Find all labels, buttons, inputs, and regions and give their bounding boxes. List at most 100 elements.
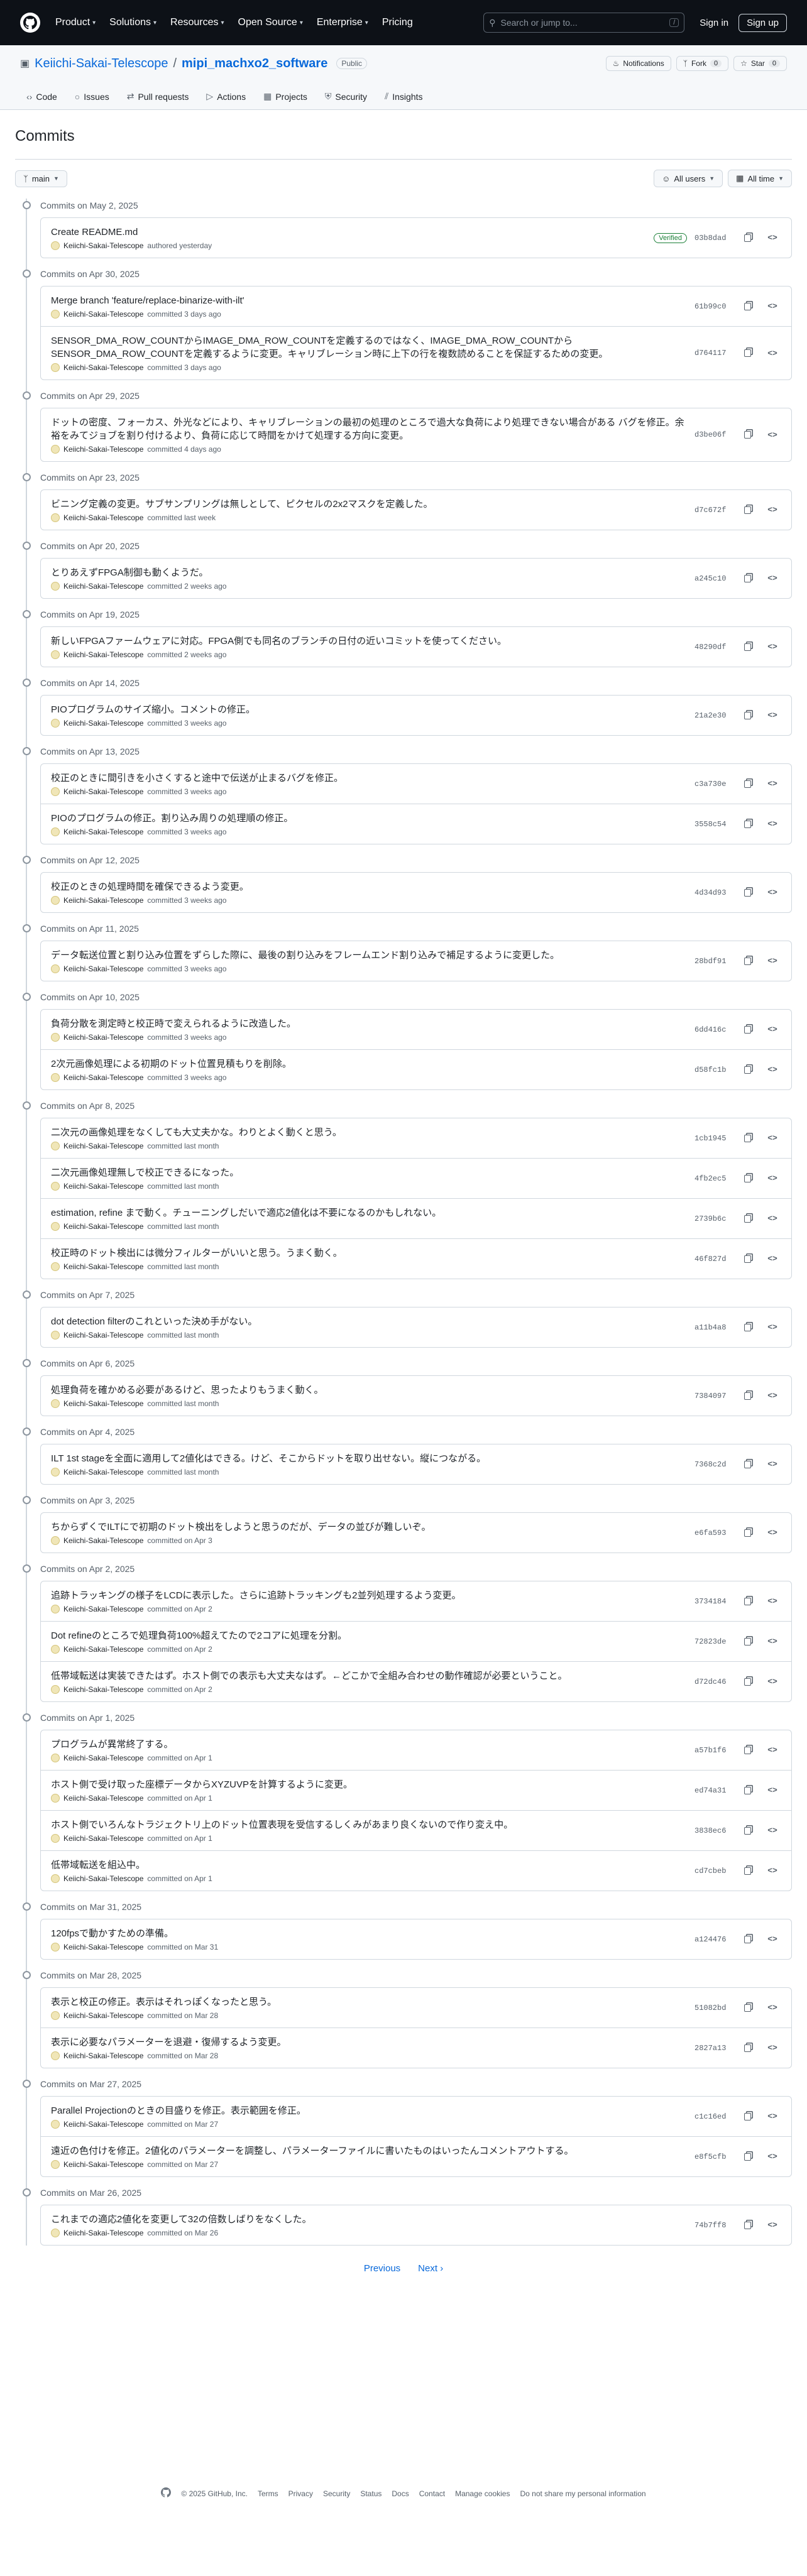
nav-item-open-source[interactable]: Open Source ▾ [238, 17, 303, 28]
copy-icon[interactable] [738, 1456, 756, 1473]
author-link[interactable]: Keiichi-Sakai-Telescope [63, 650, 143, 659]
author-link[interactable]: Keiichi-Sakai-Telescope [63, 2229, 143, 2237]
avatar[interactable] [51, 2229, 60, 2237]
tab-code[interactable]: ‹› Code [20, 92, 63, 109]
commit-sha-link[interactable]: 4d34d93 [694, 888, 731, 897]
browse-code-icon[interactable]: <> [764, 2108, 781, 2126]
copy-icon[interactable] [738, 775, 756, 793]
author-link[interactable]: Keiichi-Sakai-Telescope [63, 445, 143, 454]
commit-sha-link[interactable]: 21a2e30 [694, 711, 731, 720]
avatar[interactable] [51, 827, 60, 836]
browse-code-icon[interactable]: <> [764, 884, 781, 902]
author-link[interactable]: Keiichi-Sakai-Telescope [63, 1834, 143, 1843]
author-link[interactable]: Keiichi-Sakai-Telescope [63, 964, 143, 973]
browse-code-icon[interactable]: <> [764, 344, 781, 362]
commit-sha-link[interactable]: 48290df [694, 643, 731, 652]
sign-up-button[interactable]: Sign up [738, 13, 787, 32]
commit-message-link[interactable]: SENSOR_DMA_ROW_COUNTからIMAGE_DMA_ROW_COUN… [51, 334, 684, 361]
author-link[interactable]: Keiichi-Sakai-Telescope [63, 363, 143, 372]
search-input[interactable]: ⚲ Search or jump to... / [483, 13, 685, 33]
browse-code-icon[interactable]: <> [764, 638, 781, 656]
footer-link-docs[interactable]: Docs [392, 2489, 409, 2498]
author-link[interactable]: Keiichi-Sakai-Telescope [63, 1073, 143, 1082]
commit-sha-link[interactable]: d3be06f [694, 430, 731, 439]
commit-message-link[interactable]: ドットの密度、フォーカス、外光などにより、キャリブレーションの最初の処理のところ… [51, 416, 684, 442]
author-link[interactable]: Keiichi-Sakai-Telescope [63, 1262, 143, 1271]
copy-icon[interactable] [738, 1524, 756, 1542]
commit-message-link[interactable]: とりあえずFPGA制御も動くようだ。 [51, 566, 684, 579]
previous-page-link[interactable]: Previous [364, 2263, 400, 2274]
avatar[interactable] [51, 1222, 60, 1231]
commit-message-link[interactable]: PIOのプログラムの修正。割り込み周りの処理順の修正。 [51, 812, 684, 825]
commit-message-link[interactable]: 追跡トラッキングの様子をLCDに表示した。さらに追跡トラッキングも2並列処理する… [51, 1589, 684, 1602]
commit-sha-link[interactable]: 3734184 [694, 1597, 731, 1606]
branch-selector[interactable]: ᛉ main ▼ [15, 170, 67, 187]
commit-sha-link[interactable]: d764117 [694, 349, 731, 357]
commit-sha-link[interactable]: 51082bd [694, 2004, 731, 2012]
avatar[interactable] [51, 787, 60, 796]
commit-sha-link[interactable]: 7384097 [694, 1392, 731, 1400]
copy-icon[interactable] [738, 1822, 756, 1840]
avatar[interactable] [51, 241, 60, 250]
browse-code-icon[interactable]: <> [764, 1931, 781, 1948]
commit-message-link[interactable]: 新しいFPGAファームウェアに対応。FPGA側でも同名のブランチの日付の近いコミ… [51, 635, 684, 648]
avatar[interactable] [51, 1754, 60, 1762]
commit-message-link[interactable]: Merge branch 'feature/replace-binarize-w… [51, 294, 684, 307]
browse-code-icon[interactable]: <> [764, 1673, 781, 1691]
commit-sha-link[interactable]: 61b99c0 [694, 302, 731, 311]
browse-code-icon[interactable]: <> [764, 1633, 781, 1651]
commit-sha-link[interactable]: c3a730e [694, 780, 731, 789]
commit-message-link[interactable]: 校正のときに間引きを小さくすると途中で伝送が止まるバグを修正。 [51, 772, 684, 785]
avatar[interactable] [51, 310, 60, 319]
author-link[interactable]: Keiichi-Sakai-Telescope [63, 1943, 143, 1951]
avatar[interactable] [51, 445, 60, 454]
author-link[interactable]: Keiichi-Sakai-Telescope [63, 896, 143, 905]
author-link[interactable]: Keiichi-Sakai-Telescope [63, 1142, 143, 1150]
commit-message-link[interactable]: estimation, refine まで動く。チューニングしだいで適応2値化は… [51, 1206, 684, 1220]
browse-code-icon[interactable]: <> [764, 775, 781, 793]
nav-item-resources[interactable]: Resources ▾ [170, 17, 224, 28]
copy-icon[interactable] [738, 2108, 756, 2126]
copy-icon[interactable] [738, 501, 756, 519]
commit-sha-link[interactable]: a11b4a8 [694, 1323, 731, 1332]
avatar[interactable] [51, 1685, 60, 1694]
commit-message-link[interactable]: プログラムが異常終了する。 [51, 1738, 684, 1751]
nav-item-solutions[interactable]: Solutions ▾ [109, 17, 156, 28]
avatar[interactable] [51, 1468, 60, 1476]
avatar[interactable] [51, 1874, 60, 1883]
copy-icon[interactable] [738, 1593, 756, 1610]
copy-icon[interactable] [738, 707, 756, 724]
nav-item-enterprise[interactable]: Enterprise ▾ [317, 17, 368, 28]
author-link[interactable]: Keiichi-Sakai-Telescope [63, 2011, 143, 2020]
footer-link-terms[interactable]: Terms [258, 2489, 278, 2498]
avatar[interactable] [51, 896, 60, 905]
author-link[interactable]: Keiichi-Sakai-Telescope [63, 1874, 143, 1883]
nav-item-product[interactable]: Product ▾ [55, 17, 96, 28]
avatar[interactable] [51, 719, 60, 728]
author-link[interactable]: Keiichi-Sakai-Telescope [63, 2120, 143, 2129]
commit-message-link[interactable]: 処理負荷を確かめる必要があるけど、思ったよりもうまく動く。 [51, 1384, 684, 1397]
copy-icon[interactable] [738, 1931, 756, 1948]
author-link[interactable]: Keiichi-Sakai-Telescope [63, 582, 143, 591]
copy-icon[interactable] [738, 638, 756, 656]
copy-icon[interactable] [738, 1021, 756, 1039]
browse-code-icon[interactable]: <> [764, 1524, 781, 1542]
avatar[interactable] [51, 363, 60, 372]
author-link[interactable]: Keiichi-Sakai-Telescope [63, 1645, 143, 1654]
commit-sha-link[interactable]: 3838ec6 [694, 1826, 731, 1835]
commit-message-link[interactable]: 表示と校正の修正。表示はそれっぽくなったと思う。 [51, 1995, 684, 2009]
avatar[interactable] [51, 2120, 60, 2129]
browse-code-icon[interactable]: <> [764, 1250, 781, 1268]
footer-link-contact[interactable]: Contact [419, 2489, 445, 2498]
footer-link-manage-cookies[interactable]: Manage cookies [455, 2489, 510, 2498]
tab-issues[interactable]: ○ Issues [69, 92, 116, 109]
tab-pull-requests[interactable]: ⇄ Pull requests [121, 91, 195, 109]
browse-code-icon[interactable]: <> [764, 1210, 781, 1228]
commit-message-link[interactable]: ホスト側で受け取った座標データからXYZUVPを計算するように変更。 [51, 1778, 684, 1791]
browse-code-icon[interactable]: <> [764, 952, 781, 970]
author-link[interactable]: Keiichi-Sakai-Telescope [63, 1399, 143, 1408]
copy-icon[interactable] [738, 1061, 756, 1079]
commit-message-link[interactable]: Dot refineのところで処理負荷100%超えてたので2コアに処理を分割。 [51, 1629, 684, 1642]
commit-sha-link[interactable]: ed74a31 [694, 1786, 731, 1795]
author-link[interactable]: Keiichi-Sakai-Telescope [63, 1468, 143, 1476]
